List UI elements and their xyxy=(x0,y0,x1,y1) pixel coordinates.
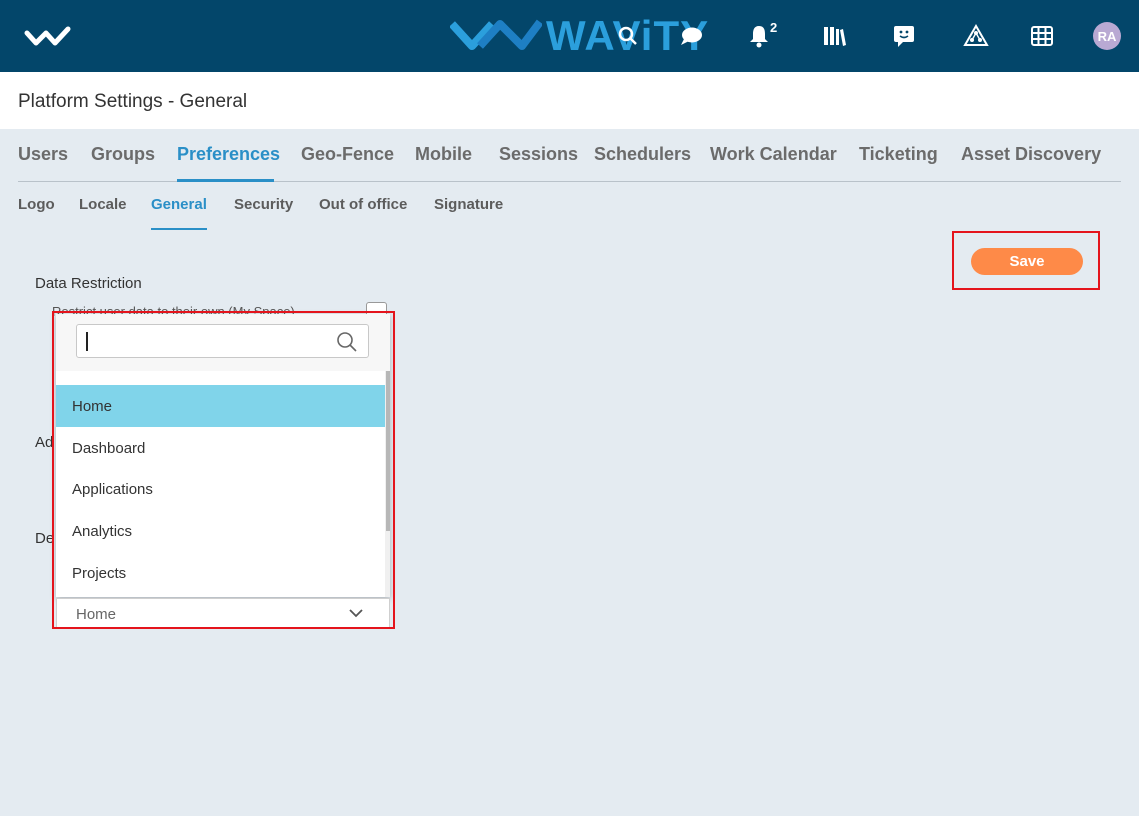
top-navbar: WAViTY 2 RA xyxy=(0,0,1139,72)
bell-icon[interactable] xyxy=(745,22,773,50)
select-value: Home xyxy=(76,606,117,623)
dropdown-search-input[interactable] xyxy=(85,330,330,352)
tab-users[interactable]: Users xyxy=(18,144,68,165)
tab-geo-fence[interactable]: Geo-Fence xyxy=(301,144,394,165)
default-page-select[interactable]: Home xyxy=(56,598,390,628)
dropdown-search-box[interactable] xyxy=(76,324,369,358)
brand-logo: WAViTY xyxy=(450,12,709,60)
dropdown-option-analytics[interactable]: Analytics xyxy=(56,510,389,552)
main-tabs: Users Groups Preferences Geo-Fence Mobil… xyxy=(18,130,1121,182)
dropdown-popup: Home Dashboard Applications Analytics Pr… xyxy=(56,314,390,597)
feedback-icon[interactable] xyxy=(890,22,918,50)
dropdown-option-applications[interactable]: Applications xyxy=(56,468,389,510)
tab-groups[interactable]: Groups xyxy=(91,144,155,165)
dropdown-option-home[interactable]: Home xyxy=(56,385,389,427)
subtab-general[interactable]: General xyxy=(151,196,207,213)
brand-mark-icon xyxy=(450,19,542,50)
text-cursor xyxy=(86,332,88,351)
title-bar: Platform Settings - General xyxy=(0,72,1139,129)
dropdown-scrollbar[interactable] xyxy=(386,371,390,531)
tab-work-calendar[interactable]: Work Calendar xyxy=(710,144,837,165)
tab-ticketing[interactable]: Ticketing xyxy=(859,144,938,165)
active-tab-indicator xyxy=(177,179,274,182)
save-button[interactable]: Save xyxy=(971,248,1083,275)
tab-sessions[interactable]: Sessions xyxy=(499,144,578,165)
search-icon[interactable] xyxy=(336,331,358,353)
app-logo-icon[interactable] xyxy=(24,24,72,50)
user-avatar[interactable]: RA xyxy=(1093,22,1121,50)
chat-icon[interactable] xyxy=(677,22,705,50)
tab-asset-discovery[interactable]: Asset Discovery xyxy=(961,144,1101,165)
tab-mobile[interactable]: Mobile xyxy=(415,144,472,165)
dropdown-search-area xyxy=(56,314,390,371)
section-label-ad: Ad xyxy=(35,434,54,451)
active-subtab-indicator xyxy=(151,228,207,230)
section-label-de: De xyxy=(35,530,55,547)
dropdown-option-projects[interactable]: Projects xyxy=(56,552,389,594)
tab-schedulers[interactable]: Schedulers xyxy=(594,144,691,165)
tab-preferences[interactable]: Preferences xyxy=(177,144,280,165)
network-icon[interactable] xyxy=(962,22,990,50)
dropdown-option-dashboard[interactable]: Dashboard xyxy=(56,427,389,469)
subtab-signature[interactable]: Signature xyxy=(434,196,503,213)
subtab-out-of-office[interactable]: Out of office xyxy=(319,196,407,213)
subtab-logo[interactable]: Logo xyxy=(18,196,55,213)
library-icon[interactable] xyxy=(820,22,848,50)
subtab-security[interactable]: Security xyxy=(234,196,293,213)
chevron-down-icon[interactable] xyxy=(348,606,364,620)
search-icon[interactable] xyxy=(614,22,642,50)
grid-icon[interactable] xyxy=(1028,22,1056,50)
page-title: Platform Settings - General xyxy=(18,91,248,112)
data-restriction-label: Data Restriction xyxy=(35,275,142,292)
notification-count: 2 xyxy=(770,20,778,35)
subtab-locale[interactable]: Locale xyxy=(79,196,127,213)
